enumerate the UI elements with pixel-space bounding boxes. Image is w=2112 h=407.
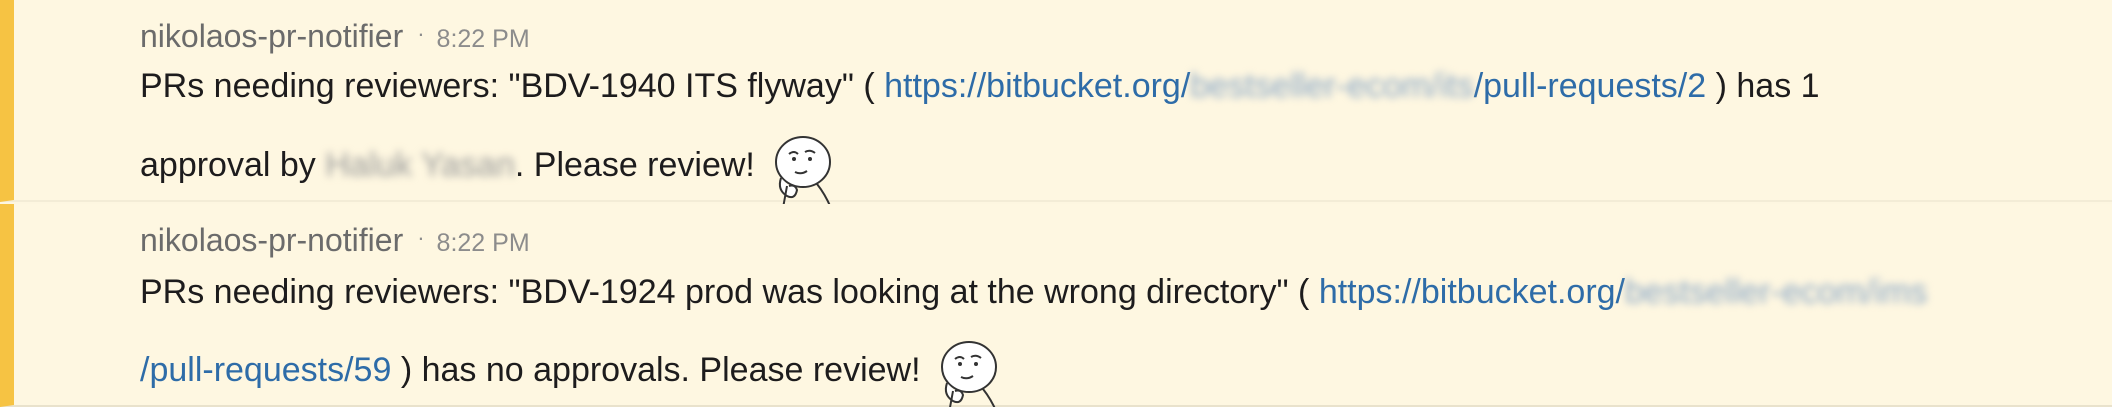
link-start: https://bitbucket.org/: [1318, 273, 1625, 311]
message-text-prefix: PRs needing reviewers: "BDV-1924 prod wa…: [140, 273, 1319, 311]
separator-dot: ·: [417, 225, 425, 250]
approval-prefix: approval by: [140, 145, 326, 184]
message-text-suffix: ) has 1: [1706, 67, 1820, 105]
link-end: /pull-requests/2: [1473, 67, 1707, 105]
pull-request-link[interactable]: https://bitbucket.org/bestseller-ecom/it…: [884, 67, 1706, 105]
message-feed: nikolaos-pr-notifier · 8:22 PM PRs needi…: [0, 0, 2112, 407]
message-text-line-1: PRs needing reviewers: "BDV-1924 prod wa…: [140, 272, 1927, 312]
message-text-prefix: PRs needing reviewers: "BDV-1940 ITS fly…: [140, 67, 885, 105]
message-header: nikolaos-pr-notifier · 8:22 PM: [140, 18, 530, 55]
sender-name[interactable]: nikolaos-pr-notifier: [140, 18, 403, 55]
separator-dot: ·: [417, 21, 425, 46]
message-text-line-1: PRs needing reviewers: "BDV-1940 ITS fly…: [140, 66, 1820, 106]
timestamp[interactable]: 8:22 PM: [437, 25, 530, 54]
message-item[interactable]: nikolaos-pr-notifier · 8:22 PM PRs needi…: [0, 204, 2112, 407]
redacted-approver-name: Haluk Yasan: [325, 145, 515, 184]
sender-name[interactable]: nikolaos-pr-notifier: [140, 222, 403, 259]
redacted-repo-path: bestseller-ecom/its: [1190, 67, 1474, 105]
link-start: https://bitbucket.org/: [884, 67, 1191, 105]
review-request-text: . Please review!: [514, 145, 755, 184]
review-request-text: ) has no approvals. Please review!: [391, 350, 921, 389]
thinking-face-emoji-icon[interactable]: [931, 337, 1007, 407]
timestamp[interactable]: 8:22 PM: [437, 229, 530, 258]
message-header: nikolaos-pr-notifier · 8:22 PM: [140, 222, 530, 259]
message-text-line-2: approval by Haluk Yasan. Please review!: [140, 128, 841, 209]
thinking-face-emoji-icon[interactable]: [765, 132, 841, 210]
redacted-repo-path: bestseller-ecom/ims: [1625, 273, 1928, 311]
pull-request-link-start[interactable]: https://bitbucket.org/bestseller-ecom/im…: [1319, 273, 1927, 311]
message-item[interactable]: nikolaos-pr-notifier · 8:22 PM PRs needi…: [0, 0, 2112, 209]
message-text-line-2: /pull-requests/59 ) has no approvals. Pl…: [140, 333, 1007, 407]
pull-request-link-end[interactable]: /pull-requests/59: [140, 351, 391, 389]
